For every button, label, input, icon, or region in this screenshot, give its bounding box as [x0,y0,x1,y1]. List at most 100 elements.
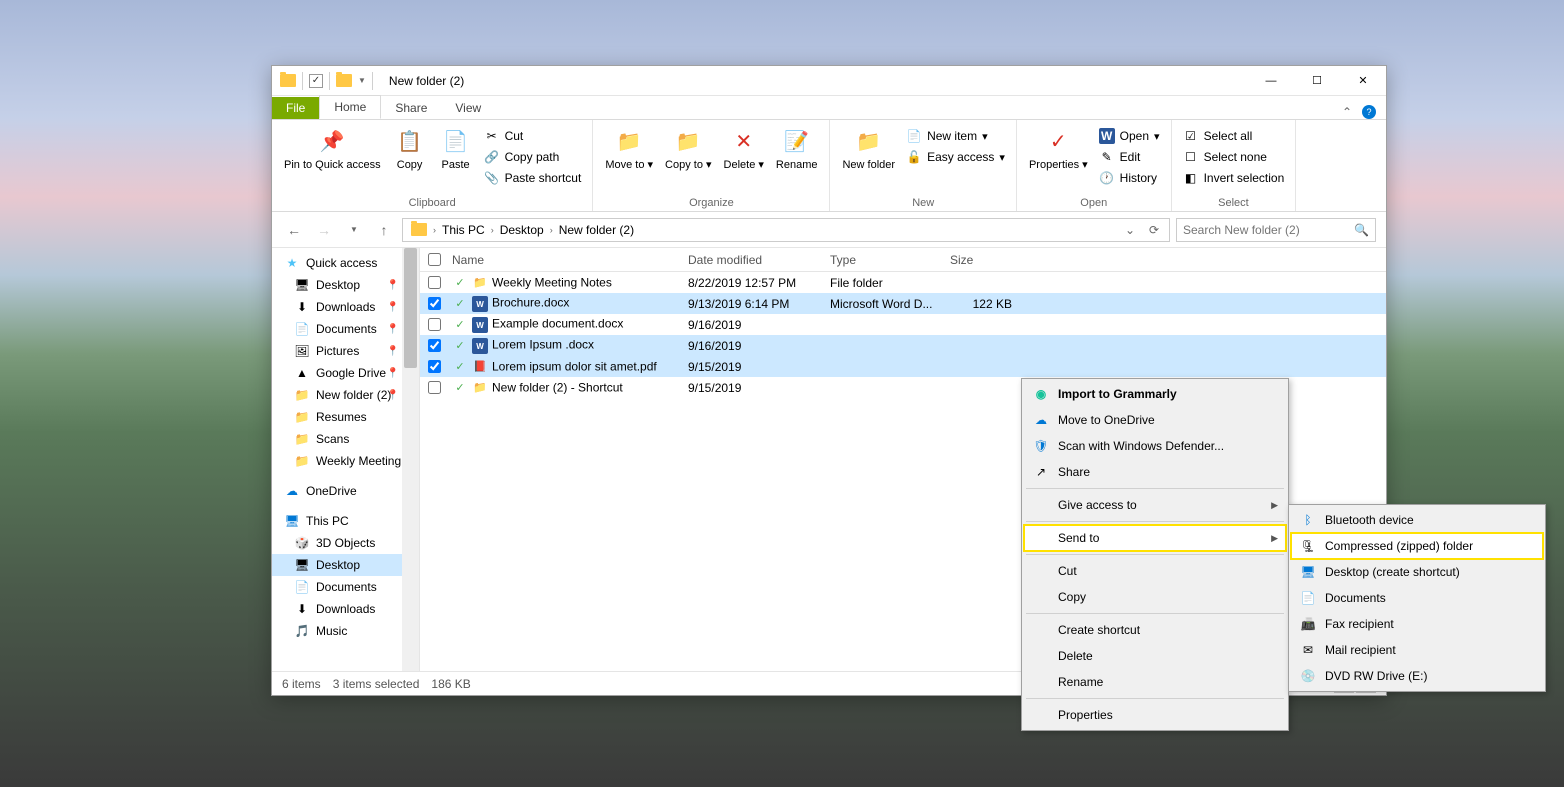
dropdown-icon[interactable]: ⌄ [1119,223,1141,237]
ctx-send-to[interactable]: Send to▶ [1024,525,1286,551]
column-type[interactable]: Type [830,253,950,267]
cut-button[interactable]: ✂Cut [481,127,585,145]
column-size[interactable]: Size [950,253,1020,267]
sidebar-item[interactable]: 📄Documents [272,576,419,598]
row-checkbox[interactable] [428,297,441,310]
select-all-checkbox[interactable] [428,253,441,266]
sendto-bluetooth[interactable]: ᛒBluetooth device [1291,507,1543,533]
new-item-button[interactable]: 📄New item ▾ [903,127,1008,145]
row-checkbox[interactable] [428,381,441,394]
new-folder-button[interactable]: 📁New folder [838,123,899,173]
tab-home[interactable]: Home [319,95,381,119]
copy-path-button[interactable]: 🔗Copy path [481,148,585,166]
sidebar-item[interactable]: ⬇Downloads📍 [272,296,419,318]
row-checkbox[interactable] [428,339,441,352]
sidebar-onedrive[interactable]: ☁OneDrive [272,480,419,502]
easy-access-button[interactable]: 🔓Easy access ▾ [903,148,1008,166]
ctx-create-shortcut[interactable]: Create shortcut [1024,617,1286,643]
history-button[interactable]: 🕐History [1096,169,1163,187]
pin-quick-access-button[interactable]: 📌Pin to Quick access [280,123,385,173]
refresh-icon[interactable]: ⟳ [1143,223,1165,237]
close-button[interactable]: ✕ [1340,66,1386,96]
help-icon[interactable]: ? [1362,105,1376,119]
row-checkbox[interactable] [428,360,441,373]
search-input[interactable] [1183,223,1354,237]
breadcrumb-item[interactable]: New folder (2) [555,223,638,237]
tab-file[interactable]: File [272,97,319,119]
ctx-share[interactable]: ↗Share [1024,459,1286,485]
row-checkbox[interactable] [428,276,441,289]
back-button[interactable]: ← [282,218,306,242]
properties-button[interactable]: ✓Properties ▾ [1025,123,1092,173]
ctx-import-grammarly[interactable]: ◉Import to Grammarly [1024,381,1286,407]
sidebar-this-pc[interactable]: 🖥This PC [272,510,419,532]
ctx-give-access[interactable]: Give access to▶ [1024,492,1286,518]
sendto-mail[interactable]: ✉Mail recipient [1291,637,1543,663]
copy-button[interactable]: 📋Copy [389,123,431,173]
minimize-button[interactable]: — [1248,66,1294,96]
chevron-right-icon[interactable]: › [433,225,436,235]
sendto-desktop-shortcut[interactable]: 🖥Desktop (create shortcut) [1291,559,1543,585]
search-box[interactable]: 🔍 [1176,218,1376,242]
sidebar-item[interactable]: ⬇Downloads [272,598,419,620]
ctx-scan-defender[interactable]: 🛡Scan with Windows Defender... [1024,433,1286,459]
recent-dropdown[interactable]: ▼ [342,218,366,242]
file-row[interactable]: ✓WLorem Ipsum .docx9/16/2019 [420,335,1386,356]
scrollbar[interactable] [402,248,419,671]
row-checkbox[interactable] [428,318,441,331]
sidebar-item[interactable]: 📁Resumes [272,406,419,428]
paste-button[interactable]: 📄Paste [435,123,477,173]
select-all-button[interactable]: ☑Select all [1180,127,1288,145]
sendto-documents[interactable]: 📄Documents [1291,585,1543,611]
scrollbar-thumb[interactable] [404,248,417,368]
breadcrumb-item[interactable]: Desktop [496,223,548,237]
column-name[interactable]: Name [448,253,688,267]
sidebar-item[interactable]: 📁Scans [272,428,419,450]
ctx-rename[interactable]: Rename [1024,669,1286,695]
sendto-compressed-folder[interactable]: 🗜Compressed (zipped) folder [1291,533,1543,559]
tab-view[interactable]: View [441,97,495,119]
chevron-down-icon[interactable]: ▼ [358,76,366,85]
invert-selection-button[interactable]: ◧Invert selection [1180,169,1288,187]
rename-button[interactable]: 📝Rename [772,123,822,173]
sidebar-item[interactable]: 🖥Desktop [272,554,419,576]
copy-to-button[interactable]: 📁Copy to ▾ [661,123,716,173]
edit-button[interactable]: ✎Edit [1096,148,1163,166]
move-to-button[interactable]: 📁Move to ▾ [601,123,657,173]
tab-share[interactable]: Share [381,97,441,119]
file-row[interactable]: ✓WExample document.docx9/16/2019 [420,314,1386,335]
sendto-fax[interactable]: 📠Fax recipient [1291,611,1543,637]
sidebar-quick-access[interactable]: ★Quick access [272,252,419,274]
paste-shortcut-button[interactable]: 📎Paste shortcut [481,169,585,187]
select-none-button[interactable]: ☐Select none [1180,148,1288,166]
sidebar-item[interactable]: 🎵Music [272,620,419,642]
forward-button[interactable]: → [312,218,336,242]
address-bar[interactable]: › This PC › Desktop › New folder (2) ⌄ ⟳ [402,218,1170,242]
column-date[interactable]: Date modified [688,253,830,267]
ctx-copy[interactable]: Copy [1024,584,1286,610]
sendto-dvd-drive[interactable]: 💿DVD RW Drive (E:) [1291,663,1543,689]
chevron-right-icon[interactable]: › [550,225,553,235]
delete-button[interactable]: ✕Delete ▾ [720,123,768,173]
collapse-ribbon-icon[interactable]: ⌃ [1342,105,1352,119]
ctx-properties[interactable]: Properties [1024,702,1286,728]
ctx-delete[interactable]: Delete [1024,643,1286,669]
ctx-move-onedrive[interactable]: ☁Move to OneDrive [1024,407,1286,433]
breadcrumb-item[interactable]: This PC [438,223,489,237]
file-row[interactable]: ✓📕Lorem ipsum dolor sit amet.pdf9/15/201… [420,356,1386,377]
sidebar-item[interactable]: 🖥Desktop📍 [272,274,419,296]
file-row[interactable]: ✓📁Weekly Meeting Notes8/22/2019 12:57 PM… [420,272,1386,293]
sidebar-item[interactable]: 📄Documents📍 [272,318,419,340]
qat-checkbox-icon[interactable]: ✓ [309,74,323,88]
file-row[interactable]: ✓WBrochure.docx9/13/2019 6:14 PMMicrosof… [420,293,1386,314]
open-button[interactable]: WOpen ▾ [1096,127,1163,145]
up-button[interactable]: ↑ [372,218,396,242]
sidebar-item[interactable]: 🎲3D Objects [272,532,419,554]
maximize-button[interactable]: ☐ [1294,66,1340,96]
sidebar-item[interactable]: 📁Weekly Meeting [272,450,419,472]
sidebar-item[interactable]: 📁New folder (2)📍 [272,384,419,406]
sidebar-item[interactable]: 🖼Pictures📍 [272,340,419,362]
chevron-right-icon[interactable]: › [491,225,494,235]
ctx-cut[interactable]: Cut [1024,558,1286,584]
sidebar-item[interactable]: ▲Google Drive📍 [272,362,419,384]
